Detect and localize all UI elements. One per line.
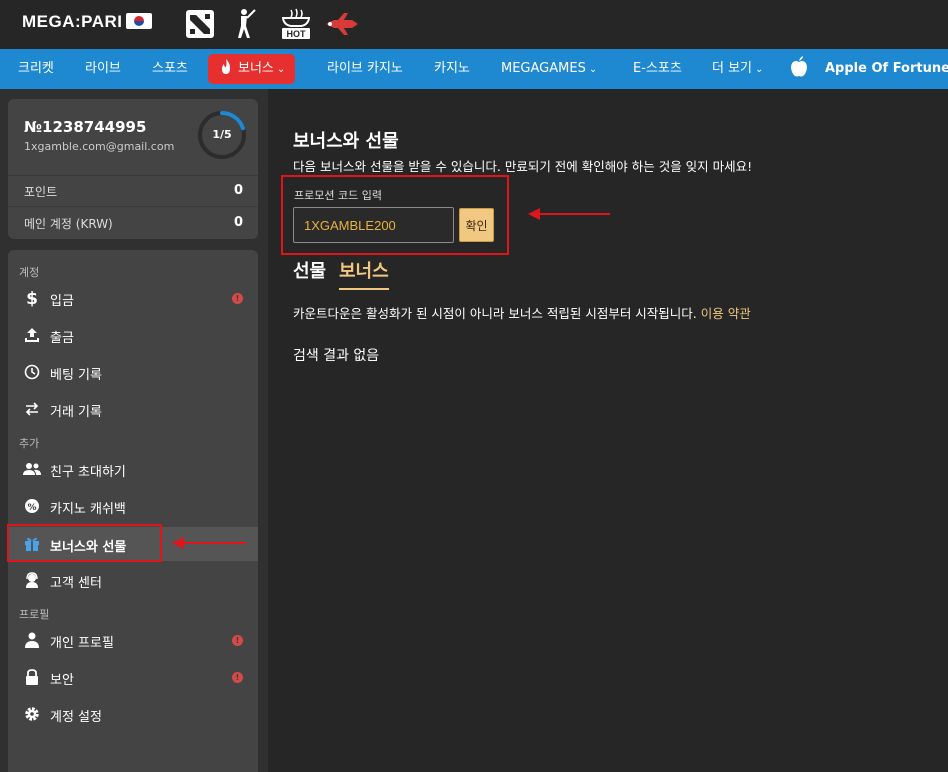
sidebar-item-casino-cashback[interactable]: % 카지노 캐쉬백	[8, 489, 258, 523]
cricket-player-icon[interactable]	[228, 8, 260, 40]
megapari-logo[interactable]: MEGA:PARI	[22, 12, 152, 32]
plane-icon[interactable]	[324, 8, 360, 40]
sidebar-item-label: 거래 기록	[50, 405, 102, 420]
account-number: №1238744995	[24, 118, 147, 136]
dota-icon[interactable]	[184, 8, 216, 40]
profile-card: №1238744995 1xgamble.com@gmail.com 1/5 포…	[8, 99, 258, 239]
nav-esports[interactable]: E-스포츠	[633, 49, 682, 89]
sidebar-item-bet-history[interactable]: 베팅 기록	[8, 355, 258, 389]
lock-icon	[23, 668, 41, 686]
nav-live[interactable]: 라이브	[85, 49, 121, 89]
top-bar: MEGA:PARI HOT	[0, 0, 948, 49]
sidebar-item-label: 계정 설정	[50, 710, 102, 725]
chevron-down-icon: ⌄	[588, 64, 598, 75]
tab-bonuses[interactable]: 보너스	[339, 257, 389, 290]
sidebar-menu: 계정 $ 입금 ! 출금 베팅 기록 거래 기록 추가 친구 초대하기 % 카지…	[8, 250, 258, 772]
person-icon	[23, 631, 41, 649]
chevron-down-icon: ⌄	[755, 64, 764, 75]
sidebar-item-personal-profile[interactable]: 개인 프로필 !	[8, 623, 258, 657]
sidebar-item-label: 개인 프로필	[50, 636, 114, 651]
annotation-box-promo	[281, 175, 509, 255]
main-account-label: 메인 계정 (KRW)	[24, 217, 113, 231]
page-subtitle: 다음 보너스와 선물을 받을 수 있습니다. 만료되기 전에 확인해야 하는 것…	[293, 159, 753, 174]
annotation-arrow-promo	[528, 208, 610, 220]
nav-more[interactable]: 더 보기 ⌄	[712, 49, 763, 89]
terms-link[interactable]: 이용 약관	[701, 306, 751, 321]
sidebar-item-label: 친구 초대하기	[50, 465, 126, 480]
main-account-value: 0	[233, 215, 243, 230]
swap-icon	[23, 400, 41, 418]
users-icon	[23, 460, 41, 478]
sidebar-item-label: 입금	[50, 294, 74, 309]
cashback-icon: %	[23, 497, 41, 515]
empty-state-text: 검색 결과 없음	[293, 348, 380, 364]
gear-icon	[23, 705, 41, 723]
points-label: 포인트	[24, 185, 58, 199]
nav-bonus[interactable]: 보너스 ⌄	[208, 54, 296, 86]
chevron-down-icon: ⌄	[276, 64, 286, 75]
apple-icon	[790, 56, 808, 78]
svg-text:HOT: HOT	[287, 29, 307, 39]
sidebar-item-label: 고객 센터	[50, 576, 102, 591]
page-title: 보너스와 선물	[293, 131, 399, 152]
fire-icon	[220, 56, 232, 86]
upload-icon	[23, 326, 41, 344]
clock-icon	[23, 363, 41, 381]
account-email: 1xgamble.com@gmail.com	[24, 140, 175, 153]
svg-text:%: %	[27, 503, 36, 513]
alert-icon: !	[232, 293, 243, 304]
annotation-box-sidebar	[7, 524, 162, 562]
sidebar-item-label: 보안	[50, 673, 74, 688]
nav-apple-of-fortune[interactable]: Apple Of Fortune	[825, 49, 948, 89]
sidebar-item-security[interactable]: 보안 !	[8, 660, 258, 694]
sidebar-item-transactions[interactable]: 거래 기록	[8, 392, 258, 426]
divider	[8, 175, 258, 176]
nav-sports[interactable]: 스포츠	[152, 49, 188, 89]
annotation-arrow-sidebar	[172, 537, 246, 549]
sidebar-item-invite-friends[interactable]: 친구 초대하기	[8, 452, 258, 486]
sidebar-item-label: 출금	[50, 331, 74, 346]
section-label-account: 계정	[19, 266, 40, 279]
points-value: 0	[233, 183, 243, 198]
tab-gifts[interactable]: 선물	[293, 257, 326, 283]
alert-icon: !	[232, 635, 243, 646]
sidebar-item-label: 카지노 캐쉬백	[50, 502, 126, 517]
sidebar-item-withdraw[interactable]: 출금	[8, 318, 258, 352]
svg-text:$: $	[26, 289, 38, 307]
nav-cricket[interactable]: 크리켓	[18, 49, 54, 89]
countdown-notice: 카운트다운은 활성화가 된 시점이 아니라 보너스 적립된 시점부터 시작됩니다…	[293, 306, 751, 321]
main-nav: 크리켓 라이브 스포츠 보너스 ⌄ 라이브 카지노 카지노 MEGAGAMES ⌄ …	[0, 49, 948, 89]
nav-megagames[interactable]: MEGAGAMES ⌄	[501, 49, 597, 89]
support-icon	[23, 571, 41, 589]
korea-flag-icon	[125, 13, 152, 29]
progress-text: 1/5	[212, 128, 232, 141]
nav-live-casino[interactable]: 라이브 카지노	[327, 49, 403, 89]
dollar-icon: $	[23, 289, 41, 307]
section-label-profile: 프로필	[19, 608, 50, 621]
sidebar-item-account-settings[interactable]: 계정 설정	[8, 697, 258, 731]
sidebar-item-support[interactable]: 고객 센터	[8, 563, 258, 597]
hot-cup-icon[interactable]: HOT	[278, 8, 314, 40]
alert-icon: !	[232, 672, 243, 683]
section-label-extra: 추가	[19, 437, 40, 450]
sidebar-item-label: 베팅 기록	[50, 368, 102, 383]
divider	[8, 206, 258, 207]
sidebar-item-deposit[interactable]: $ 입금 !	[8, 281, 258, 315]
nav-casino[interactable]: 카지노	[434, 49, 470, 89]
